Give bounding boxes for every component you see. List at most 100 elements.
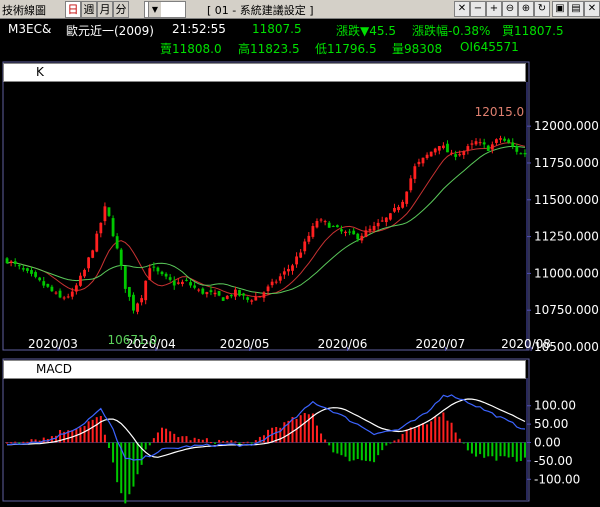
candle-body	[348, 231, 352, 233]
candle-body	[490, 144, 494, 150]
macd-bar	[283, 422, 286, 443]
candle-body	[148, 268, 152, 280]
candle-body	[201, 288, 205, 294]
macd-bar	[14, 441, 17, 443]
macd-bar	[22, 441, 25, 443]
candle-body	[254, 296, 258, 301]
candle-body	[372, 225, 376, 231]
candle-body	[323, 221, 327, 223]
candle-body	[307, 235, 311, 242]
candle-body	[246, 297, 250, 300]
candle-body	[83, 269, 86, 277]
macd-bar	[128, 442, 131, 495]
macd-bar	[328, 442, 331, 446]
macd-bar	[107, 442, 110, 448]
candle-body	[331, 225, 335, 227]
macd-bar	[377, 442, 380, 456]
macd-bar	[185, 436, 188, 443]
macd-bar	[340, 442, 343, 456]
candle-body	[30, 270, 33, 274]
date-tick-label: 2020/07	[415, 337, 465, 351]
candle-body	[217, 291, 221, 296]
candle-body	[26, 268, 29, 271]
candle-body	[115, 236, 119, 249]
candle-body	[42, 281, 46, 286]
macd-bar	[165, 428, 168, 443]
macd-bar	[430, 421, 433, 443]
macd-bar	[95, 417, 98, 443]
candle-body	[352, 230, 356, 235]
candle-body	[238, 289, 241, 296]
macd-bar	[381, 442, 384, 451]
candle-body	[417, 161, 421, 165]
macd-bar	[466, 442, 469, 451]
candle-body	[197, 289, 201, 291]
macd-bar	[360, 442, 363, 461]
candle-body	[119, 249, 123, 266]
macd-bar	[79, 427, 82, 443]
candle-body	[421, 157, 425, 164]
macd-bar	[242, 442, 245, 444]
macd-bar	[413, 428, 416, 443]
candle-body	[446, 143, 449, 153]
candle-body	[107, 207, 111, 216]
candle-body	[295, 256, 298, 265]
candle-body	[327, 222, 331, 228]
macd-bar	[83, 425, 86, 443]
candle-body	[384, 217, 388, 223]
candle-body	[87, 257, 91, 269]
macd-bar	[136, 442, 139, 475]
macd-bar	[487, 442, 490, 457]
candle-body	[79, 275, 82, 286]
macd-bar	[438, 416, 441, 443]
candle-body	[388, 213, 392, 220]
candle-body	[156, 267, 160, 272]
macd-bar	[470, 442, 473, 454]
candle-body	[356, 233, 360, 240]
date-tick-label: 2020/08	[501, 337, 551, 351]
candle-body	[413, 166, 417, 179]
candle-body	[127, 287, 131, 297]
candle-body	[278, 276, 282, 281]
macd-bar	[352, 442, 355, 461]
candle-body	[164, 273, 168, 277]
candle-body	[401, 201, 405, 208]
candle-body	[185, 279, 188, 281]
candle-body	[172, 280, 176, 286]
macd-bar	[132, 442, 135, 487]
candle-body	[13, 261, 17, 264]
candle-body	[507, 139, 511, 143]
candle-body	[266, 286, 270, 292]
macd-bar	[42, 437, 45, 443]
candle-body	[9, 261, 13, 263]
candle-body	[132, 294, 135, 311]
candle-body	[160, 271, 164, 275]
candle-body	[340, 229, 343, 232]
candle-body	[425, 154, 429, 159]
candle-body	[34, 272, 37, 277]
candle-body	[462, 151, 466, 156]
candle-body	[95, 233, 99, 252]
candle-body	[474, 141, 478, 145]
macd-panel-label: MACD	[36, 362, 72, 376]
candle-body	[213, 292, 217, 295]
candle-body	[180, 281, 184, 285]
macd-panel-header: MACD	[3, 360, 526, 379]
candle-body	[495, 139, 498, 143]
price-tick-label: 12000.000	[534, 119, 599, 133]
macd-bar	[201, 439, 204, 443]
macd-tick-label: 0.00	[534, 436, 561, 450]
macd-bar	[173, 433, 176, 443]
macd-bar	[6, 442, 9, 444]
macd-bar	[140, 442, 143, 465]
candle-body	[499, 138, 502, 140]
candle-body	[523, 153, 527, 155]
macd-bar	[385, 442, 388, 446]
candle-body	[66, 296, 70, 298]
macd-bar	[495, 442, 498, 461]
macd-bar	[303, 413, 306, 443]
macd-bar	[197, 438, 200, 443]
candle-body	[70, 291, 74, 297]
price-tick-label: 11750.000	[534, 156, 599, 170]
candle-body	[393, 207, 396, 212]
